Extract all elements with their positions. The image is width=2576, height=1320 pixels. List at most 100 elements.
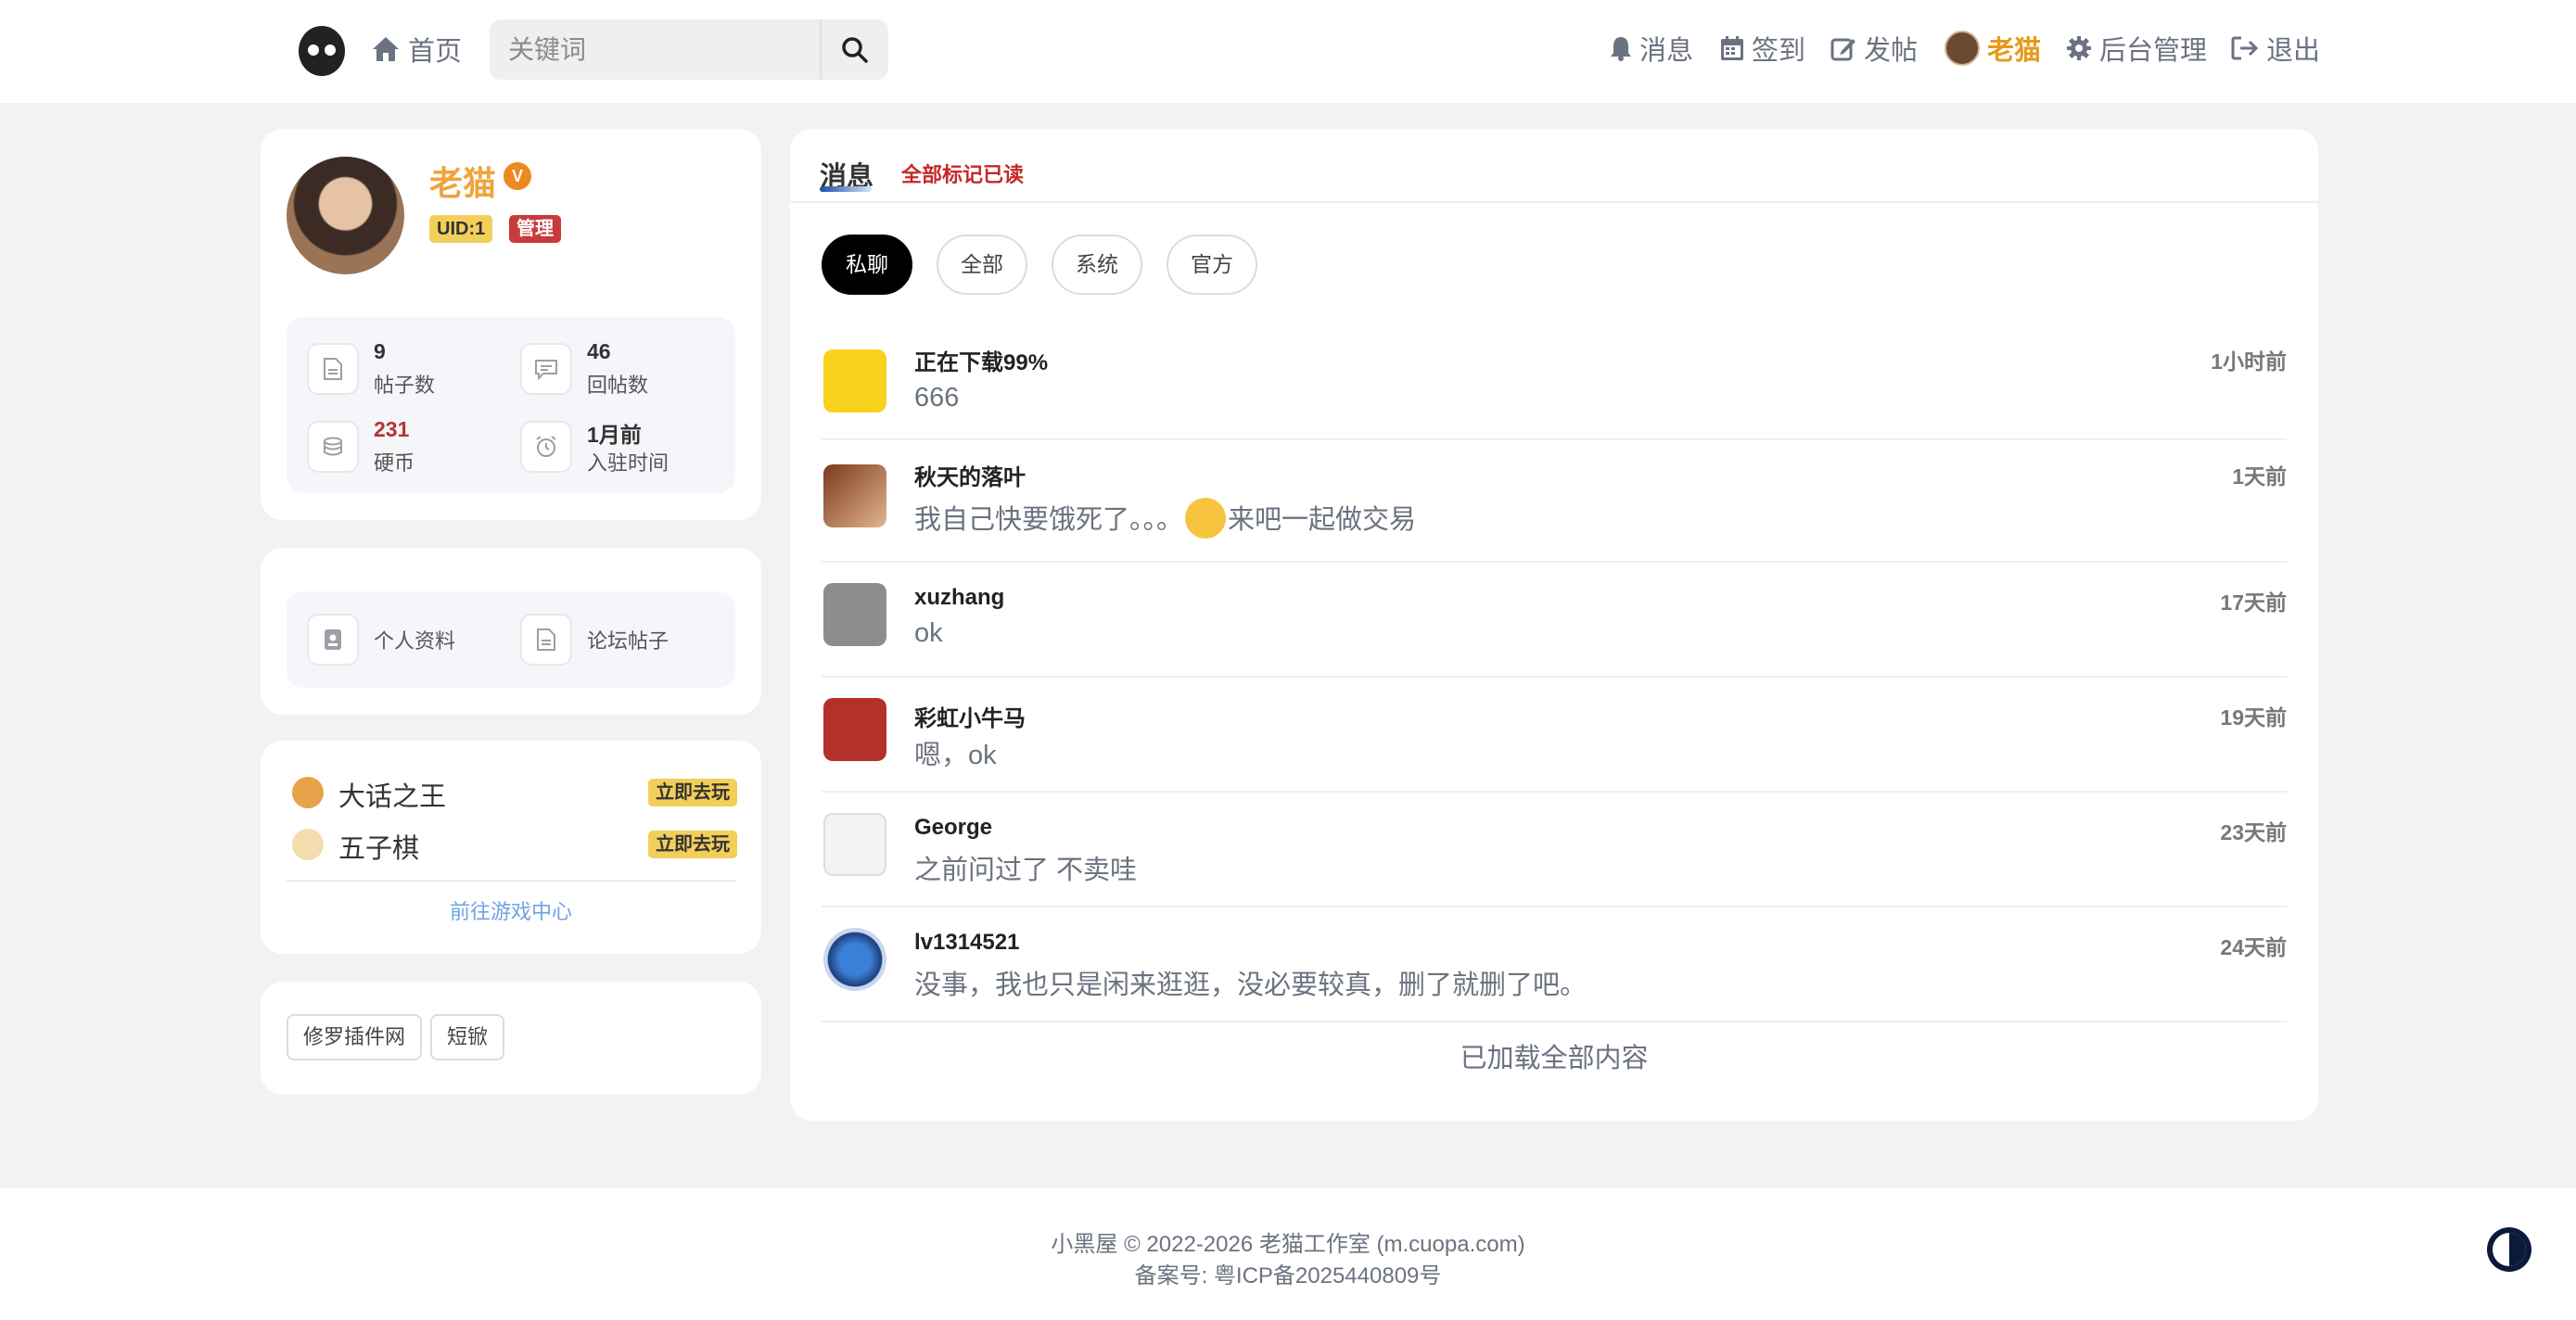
message-avatar [823, 349, 886, 412]
friend-link-tag[interactable]: 短锨 [430, 1014, 505, 1060]
message-item[interactable]: George 之前问过了 不卖哇 23天前 [822, 813, 2287, 906]
nav-checkin[interactable]: 签到 [1720, 26, 1805, 70]
divider [822, 1021, 2287, 1022]
message-text: 我自己快要饿死了。。。 来吧一起做交易 [914, 498, 1416, 539]
comment-icon [520, 343, 572, 395]
profile-stats: 9 帖子数 46 回帖数 231 硬币 1月前 入驻时间 [287, 317, 735, 493]
profile-settings-link[interactable]: 个人资料 [307, 614, 455, 666]
message-sender: 正在下载99% [914, 350, 1049, 375]
game-item[interactable]: 大话之王 立即去玩 [292, 773, 737, 812]
divider [822, 791, 2287, 793]
divider [822, 676, 2287, 678]
message-time: 1天前 [2232, 464, 2287, 489]
user-avatar [1945, 31, 1980, 66]
divider [790, 201, 2318, 203]
role-badge: 管理 [509, 215, 561, 243]
divider [287, 880, 735, 882]
game-name: 五子棋 [338, 834, 420, 864]
stat-value: 231 [374, 417, 410, 441]
id-card-icon [307, 614, 359, 666]
message-sender: George [914, 815, 993, 840]
nav-admin[interactable]: 后台管理 [2066, 26, 2207, 70]
nav-logout[interactable]: 退出 [2231, 26, 2320, 70]
search-box [490, 19, 888, 80]
message-avatar [823, 813, 886, 876]
profile-username[interactable]: 老猫 [429, 157, 496, 205]
home-icon [373, 37, 399, 61]
message-text: 之前问过了 不卖哇 [914, 856, 1138, 885]
laughing-emoji-icon [1185, 498, 1227, 539]
friend-link-tag[interactable]: 修罗插件网 [287, 1014, 423, 1060]
message-avatar [823, 464, 886, 527]
nav-messages-label: 消息 [1639, 36, 1694, 66]
stat-coins[interactable]: 231 硬币 [307, 417, 492, 476]
message-item[interactable]: lv1314521 没事，我也只是闲来逛逛，没必要较真，删了就删了吧。 24天前 [822, 928, 2287, 1021]
top-navbar: 首页 消息 签到 发帖 老猫 后台管理 退出 [0, 0, 2576, 103]
search-input[interactable] [508, 19, 823, 80]
message-time: 17天前 [2220, 590, 2287, 615]
link-label: 论坛帖子 [587, 629, 670, 653]
message-sender: lv1314521 [914, 930, 1020, 955]
stat-value: 1月前 [587, 423, 642, 447]
divider [822, 561, 2287, 563]
mark-all-read-button[interactable]: 全部标记已读 [901, 159, 1024, 188]
theme-toggle-icon[interactable] [2485, 1225, 2533, 1274]
game-center-link[interactable]: 前往游戏中心 [261, 895, 761, 925]
message-text: ok [914, 618, 943, 648]
message-avatar [823, 928, 886, 991]
game-dahua-icon [292, 777, 324, 808]
edit-icon [1830, 38, 1855, 61]
tab-all[interactable]: 全部 [937, 235, 1027, 295]
message-text: 嗯，ok [914, 741, 997, 770]
uid-badge: UID:1 [429, 215, 493, 243]
stat-label: 回帖数 [587, 374, 649, 397]
nav-user[interactable]: 老猫 [1945, 26, 2041, 70]
stat-label: 入驻时间 [587, 451, 670, 475]
message-sender: xuzhang [914, 585, 1005, 610]
tab-system[interactable]: 系统 [1052, 235, 1142, 295]
footer-icp[interactable]: 备案号: 粤ICP备2025440809号 [0, 1257, 2576, 1289]
quick-links-card: 个人资料 论坛帖子 [261, 548, 761, 715]
game-gomoku-icon [292, 829, 324, 860]
stat-label: 帖子数 [374, 374, 436, 397]
nav-home-link[interactable]: 首页 [371, 30, 462, 69]
owl-logo-icon[interactable] [299, 26, 345, 76]
message-item[interactable]: xuzhang ok 17天前 [822, 583, 2287, 676]
message-item[interactable]: 彩虹小牛马 嗯，ok 19天前 [822, 698, 2287, 791]
play-now-button[interactable]: 立即去玩 [648, 779, 737, 806]
message-item[interactable]: 正在下载99% 666 1小时前 [822, 342, 2287, 442]
footer: 小黑屋 © 2022-2026 老猫工作室 (m.cuopa.com) 备案号:… [0, 1188, 2576, 1320]
message-time: 19天前 [2220, 705, 2287, 730]
message-time: 23天前 [2220, 820, 2287, 844]
forum-posts-link[interactable]: 论坛帖子 [520, 614, 669, 666]
stat-value: 9 [374, 339, 386, 363]
tab-official[interactable]: 官方 [1167, 235, 1257, 295]
stat-replies[interactable]: 46 回帖数 [520, 339, 706, 399]
footer-copyright: 小黑屋 © 2022-2026 老猫工作室 (m.cuopa.com) [1051, 1232, 1525, 1257]
search-button[interactable] [820, 19, 888, 80]
profile-avatar[interactable] [287, 157, 404, 274]
message-item[interactable]: 秋天的落叶 我自己快要饿死了。。。 来吧一起做交易 1天前 [822, 457, 2287, 557]
friend-links-card: 修罗插件网 短锨 [261, 982, 761, 1095]
game-name: 大话之王 [338, 782, 447, 812]
nav-post[interactable]: 发帖 [1830, 26, 1918, 70]
message-text: 666 [914, 383, 960, 412]
gear-icon [2067, 36, 2091, 60]
nav-messages[interactable]: 消息 [1610, 26, 1693, 70]
message-text: 没事，我也只是闲来逛逛，没必要较真，删了就删了吧。 [914, 971, 1588, 1000]
stat-value: 46 [587, 339, 611, 363]
nav-checkin-label: 签到 [1752, 36, 1806, 66]
message-avatar [823, 583, 886, 646]
tab-private[interactable]: 私聊 [822, 235, 912, 295]
nav-home-label: 首页 [408, 37, 463, 67]
play-now-button[interactable]: 立即去玩 [648, 831, 737, 858]
nav-logout-label: 退出 [2266, 36, 2321, 66]
message-text-part: 来吧一起做交易 [1228, 505, 1417, 535]
title-underline [820, 186, 872, 192]
divider [822, 438, 2287, 440]
stat-joined[interactable]: 1月前 入驻时间 [520, 417, 706, 476]
stat-posts[interactable]: 9 帖子数 [307, 339, 492, 399]
game-item[interactable]: 五子棋 立即去玩 [292, 825, 737, 864]
coins-icon [307, 421, 359, 473]
nav-user-label: 老猫 [1987, 36, 2042, 66]
